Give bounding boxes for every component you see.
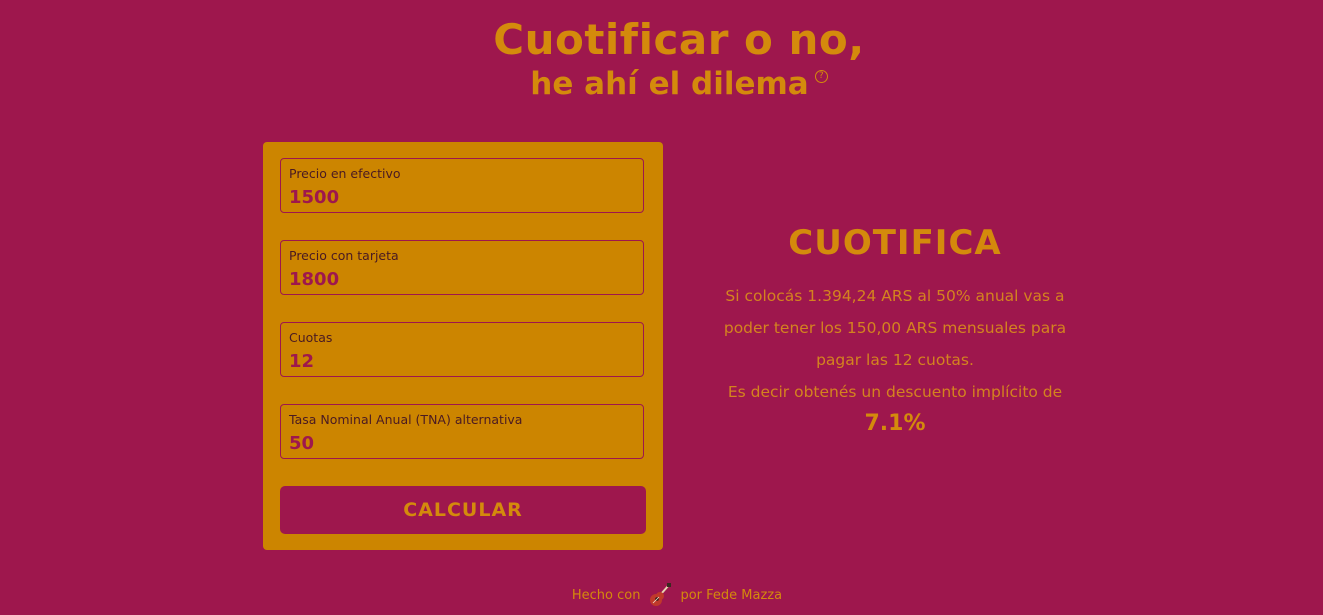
result-line-2: poder tener los 150,00 ARS mensuales par… [723,319,1067,337]
card-price-field[interactable]: Precio con tarjeta 1800 [280,240,644,295]
result-panel: CUOTIFICA Si colocás 1.394,24 ARS al 50%… [720,220,1070,440]
card-price-label: Precio con tarjeta [289,248,399,263]
installments-input[interactable]: 12 [289,351,314,372]
question-circle-icon[interactable]: ? [814,70,828,83]
calculator-form: Precio en efectivo 1500 Precio con tarje… [263,142,663,550]
footer-suffix: por Fede Mazza [680,587,783,603]
tna-field[interactable]: Tasa Nominal Anual (TNA) alternativa 50 [280,404,644,459]
header: Cuotificar o no, he ahí el dilema ? [0,14,1323,102]
card-price-input[interactable]: 1800 [289,269,339,290]
page-subtitle: he ahí el dilema ? [530,66,828,102]
result-line-3: pagar las 12 cuotas. [816,351,974,369]
cash-price-label: Precio en efectivo [289,166,401,181]
result-percentage: 7.1% [864,411,926,436]
tna-input[interactable]: 50 [289,433,314,454]
page-title: Cuotificar o no, [493,15,865,64]
tna-label: Tasa Nominal Anual (TNA) alternativa [289,412,523,427]
calculate-button[interactable]: CALCULAR [280,486,646,534]
result-line-4: Es decir obtenés un descuento implícito … [727,383,1063,401]
cash-price-input[interactable]: 1500 [289,187,339,208]
installments-field[interactable]: Cuotas 12 [280,322,644,377]
result-title: CUOTIFICA [788,223,1002,263]
result-line-1: Si colocás 1.394,24 ARS al 50% anual vas… [725,287,1065,305]
footer: Hecho con por Fede Mazza [0,582,1323,608]
installments-label: Cuotas [289,330,333,345]
page-subtitle-text: he ahí el dilema [530,66,809,102]
footer-prefix: Hecho con [571,587,641,603]
cash-price-field[interactable]: Precio en efectivo 1500 [280,158,644,213]
guitar-icon [648,582,672,608]
result-description: Si colocás 1.394,24 ARS al 50% anual vas… [720,280,1070,408]
app-page: Cuotificar o no, he ahí el dilema ? Prec… [0,0,1323,615]
